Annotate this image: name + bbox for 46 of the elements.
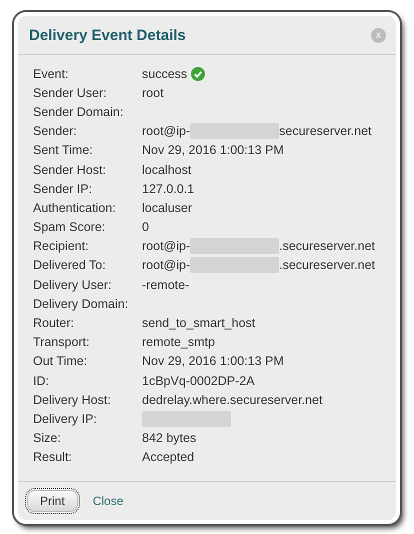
field-label: Sent Time: <box>33 143 94 158</box>
field-label: Out Time: <box>33 354 88 368</box>
field-value: 0 <box>142 220 149 234</box>
field-value: success <box>142 66 188 81</box>
field-label: Size: <box>33 431 62 446</box>
field-label: Sender User: <box>33 86 108 100</box>
dialog-title: Delivery Event Details <box>29 26 186 44</box>
field-label: Delivery Host: <box>33 392 112 407</box>
field-label: Event: <box>33 66 70 81</box>
field-value: send_to_smart_host <box>142 316 256 330</box>
field-label: Spam Score: <box>33 220 106 234</box>
field-label: Delivery Domain: <box>33 296 130 311</box>
field-label: Sender IP: <box>33 182 94 196</box>
field-value: 842 bytes <box>142 431 196 446</box>
field-value: remote_smtp <box>142 335 215 350</box>
field-value: Nov 29, 2016 1:00:13 PM <box>142 143 284 158</box>
field-value: .secureserver.net <box>279 258 376 272</box>
check-icon <box>191 66 206 81</box>
field-value: localhost <box>142 162 192 177</box>
field-label: Sender: <box>33 124 78 138</box>
field-label: Router: <box>33 316 75 330</box>
field-label: ID: <box>33 374 50 388</box>
field-value: localuser <box>142 200 192 215</box>
print-button[interactable]: Print <box>27 490 78 512</box>
field-value: root <box>142 86 164 100</box>
field-value: Nov 29, 2016 1:00:13 PM <box>142 354 284 368</box>
field-value: 1cBpVq-0002DP-2A <box>142 374 255 388</box>
field-label: Result: <box>33 450 73 464</box>
close-link[interactable]: Close <box>92 494 124 508</box>
field-value: -remote- <box>142 278 190 292</box>
field-value: secureserver.net <box>279 124 372 138</box>
field-value: 127.0.0.1 <box>142 182 194 196</box>
field-value: .secureserver.net <box>279 239 376 254</box>
field-value: root@ip- <box>142 124 190 138</box>
field-value: Accepted <box>142 450 194 464</box>
field-value: dedrelay.where.secureserver.net <box>142 392 322 407</box>
field-value: root@ip- <box>142 239 190 254</box>
field-value: root@ip- <box>142 258 190 272</box>
field-label: Delivered To: <box>33 258 107 272</box>
field-label: Transport: <box>33 335 91 350</box>
field-label: Delivery User: <box>33 278 112 292</box>
field-label: Recipient: <box>33 239 90 254</box>
field-label: Authentication: <box>33 200 117 215</box>
field-label: Delivery IP: <box>33 412 98 426</box>
field-label: Sender Host: <box>33 162 107 177</box>
field-label: Sender Domain: <box>33 104 124 119</box>
